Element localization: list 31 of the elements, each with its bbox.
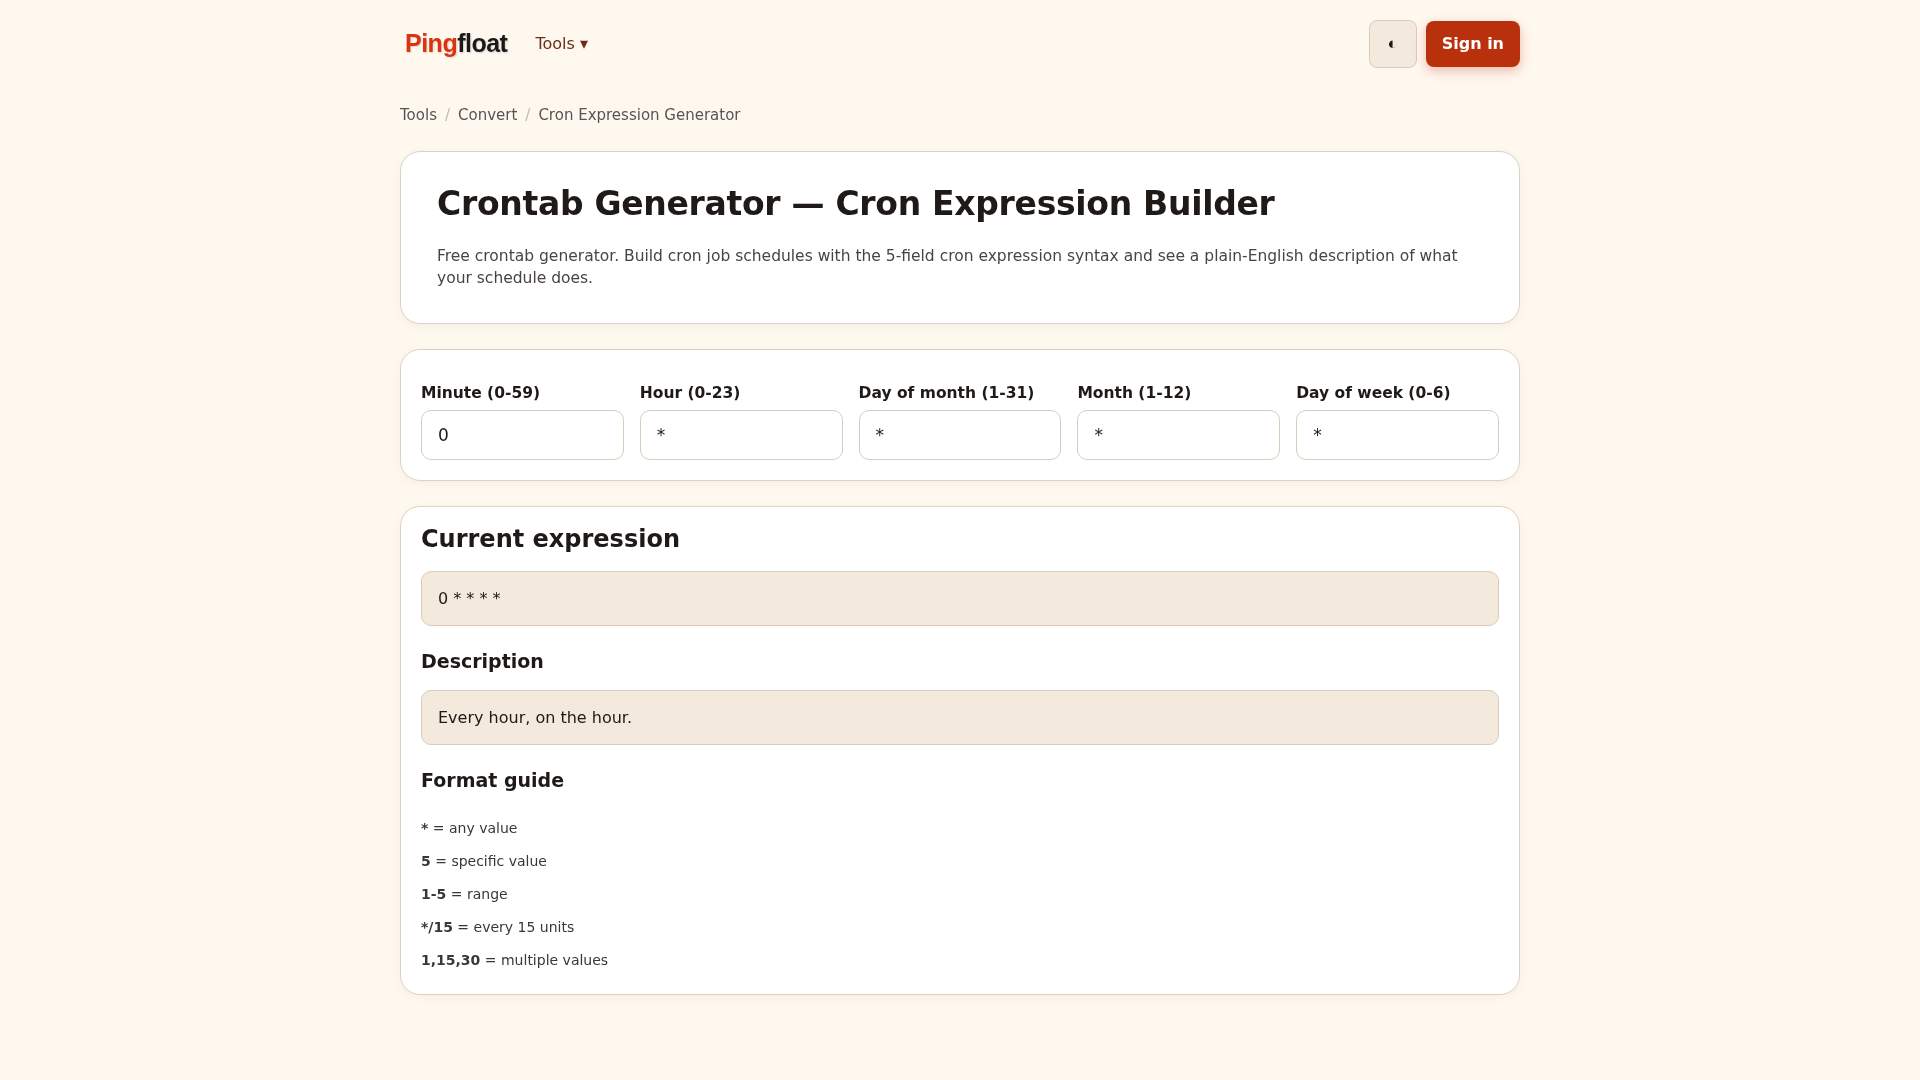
- field-label: Hour (0-23): [639, 384, 741, 402]
- field-label: Day of week (0-6): [1296, 384, 1451, 402]
- input-field[interactable]: *: [1296, 410, 1499, 460]
- page-title: Crontab Generator — Cron Expression Builder: [437, 184, 1276, 223]
- format-rule: * = any value: [421, 819, 518, 838]
- breadcrumb-separator: /: [525, 106, 531, 124]
- format-rule: 1-5 = range: [421, 885, 508, 904]
- logo[interactable]: Pingfloat: [405, 29, 508, 58]
- field-label: Day of month (1-31): [858, 384, 1035, 402]
- tools-menu[interactable]: Tools ▾: [535, 34, 588, 53]
- section-heading: Description: [421, 650, 545, 672]
- section-heading: Current expression: [421, 525, 681, 553]
- breadcrumb-link[interactable]: Tools: [400, 106, 437, 124]
- field-label: Minute (0-59): [421, 384, 541, 402]
- input-field[interactable]: *: [1077, 410, 1281, 460]
- format-rule: 5 = specific value: [421, 852, 547, 871]
- description-output: Every hour, on the hour.: [421, 690, 1499, 745]
- format-rule: */15 = every 15 units: [421, 918, 575, 937]
- input-field[interactable]: *: [639, 410, 843, 460]
- theme-toggle-button[interactable]: ◐: [1368, 19, 1417, 68]
- field-label: Month (1-12): [1077, 384, 1192, 402]
- section-heading: Format guide: [421, 769, 566, 791]
- breadcrumb-link[interactable]: Convert: [458, 106, 518, 124]
- page-description: Free crontab generator. Build cron job schedules with the 5-field cron expression syntax and see a plain-English description of what your schedule does.: [437, 246, 1459, 289]
- input-field[interactable]: 0: [421, 410, 624, 460]
- sign-in-button[interactable]: Sign in: [1425, 20, 1520, 67]
- format-rule: 1,15,30 = multiple values: [421, 951, 609, 970]
- breadcrumb-link[interactable]: Cron Expression Generator: [538, 106, 741, 124]
- breadcrumb-separator: /: [444, 106, 450, 124]
- input-field[interactable]: *: [858, 410, 1062, 460]
- expression-output: 0 * * * *: [421, 571, 1499, 626]
